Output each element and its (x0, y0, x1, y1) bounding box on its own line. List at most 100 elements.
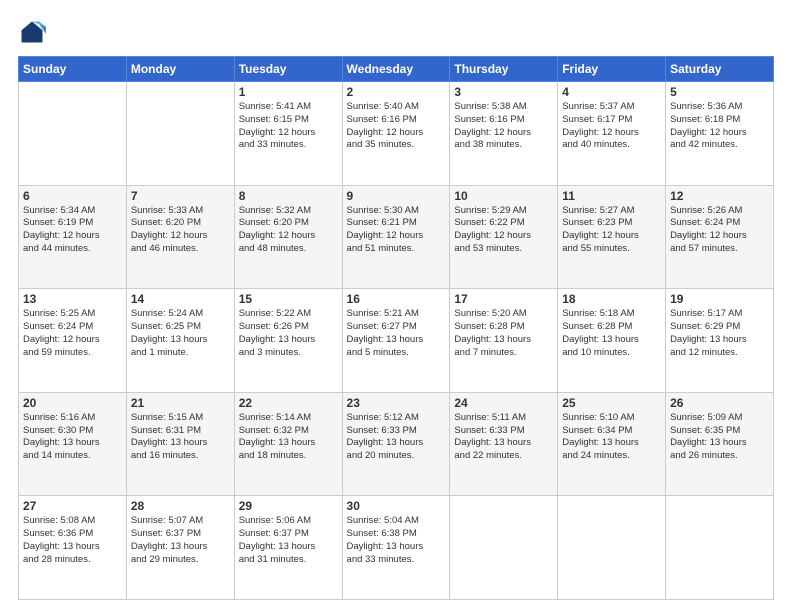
day-cell: 16 Sunrise: 5:21 AM Sunset: 6:27 PM Dayli… (342, 289, 450, 393)
day-info: Sunrise: 5:40 AM Sunset: 6:16 PM Dayligh… (347, 101, 446, 152)
day-cell (126, 82, 234, 186)
day-cell: 17 Sunrise: 5:20 AM Sunset: 6:28 PM Dayli… (450, 289, 558, 393)
day-number: 7 (131, 189, 230, 203)
day-info: Sunrise: 5:26 AM Sunset: 6:24 PM Dayligh… (670, 205, 769, 256)
day-number: 30 (347, 499, 446, 513)
day-info: Sunrise: 5:38 AM Sunset: 6:16 PM Dayligh… (454, 101, 553, 152)
col-header-monday: Monday (126, 57, 234, 82)
day-number: 23 (347, 396, 446, 410)
day-cell (19, 82, 127, 186)
day-cell: 23 Sunrise: 5:12 AM Sunset: 6:33 PM Dayli… (342, 392, 450, 496)
day-info: Sunrise: 5:33 AM Sunset: 6:20 PM Dayligh… (131, 205, 230, 256)
day-number: 26 (670, 396, 769, 410)
day-cell: 10Sunrise: 5:29 AM Sunset: 6:22 PM Dayli… (450, 185, 558, 289)
day-number: 15 (239, 292, 338, 306)
day-number: 29 (239, 499, 338, 513)
day-cell: 13 Sunrise: 5:25 AM Sunset: 6:24 PM Dayli… (19, 289, 127, 393)
day-cell: 2 Sunrise: 5:40 AM Sunset: 6:16 PM Daylig… (342, 82, 450, 186)
week-row-3: 13 Sunrise: 5:25 AM Sunset: 6:24 PM Dayli… (19, 289, 774, 393)
day-cell (666, 496, 774, 600)
day-number: 2 (347, 85, 446, 99)
day-cell: 15 Sunrise: 5:22 AM Sunset: 6:26 PM Dayli… (234, 289, 342, 393)
day-number: 21 (131, 396, 230, 410)
day-cell: 24 Sunrise: 5:11 AM Sunset: 6:33 PM Dayli… (450, 392, 558, 496)
day-info: Sunrise: 5:16 AM Sunset: 6:30 PM Dayligh… (23, 412, 122, 463)
day-info: Sunrise: 5:30 AM Sunset: 6:21 PM Dayligh… (347, 205, 446, 256)
day-number: 19 (670, 292, 769, 306)
col-header-sunday: Sunday (19, 57, 127, 82)
day-number: 11 (562, 189, 661, 203)
day-cell: 21 Sunrise: 5:15 AM Sunset: 6:31 PM Dayli… (126, 392, 234, 496)
day-info: Sunrise: 5:27 AM Sunset: 6:23 PM Dayligh… (562, 205, 661, 256)
day-info: Sunrise: 5:32 AM Sunset: 6:20 PM Dayligh… (239, 205, 338, 256)
day-number: 17 (454, 292, 553, 306)
week-row-1: 1 Sunrise: 5:41 AM Sunset: 6:15 PM Daylig… (19, 82, 774, 186)
day-cell: 3 Sunrise: 5:38 AM Sunset: 6:16 PM Daylig… (450, 82, 558, 186)
week-row-2: 6 Sunrise: 5:34 AM Sunset: 6:19 PM Daylig… (19, 185, 774, 289)
day-cell: 27 Sunrise: 5:08 AM Sunset: 6:36 PM Dayli… (19, 496, 127, 600)
day-number: 18 (562, 292, 661, 306)
day-number: 13 (23, 292, 122, 306)
day-info: Sunrise: 5:09 AM Sunset: 6:35 PM Dayligh… (670, 412, 769, 463)
day-cell: 19Sunrise: 5:17 AM Sunset: 6:29 PM Dayli… (666, 289, 774, 393)
day-cell: 20 Sunrise: 5:16 AM Sunset: 6:30 PM Dayli… (19, 392, 127, 496)
day-number: 1 (239, 85, 338, 99)
day-info: Sunrise: 5:08 AM Sunset: 6:36 PM Dayligh… (23, 515, 122, 566)
day-info: Sunrise: 5:15 AM Sunset: 6:31 PM Dayligh… (131, 412, 230, 463)
day-number: 25 (562, 396, 661, 410)
day-number: 8 (239, 189, 338, 203)
days-header-row: SundayMondayTuesdayWednesdayThursdayFrid… (19, 57, 774, 82)
day-cell (558, 496, 666, 600)
day-cell: 14 Sunrise: 5:24 AM Sunset: 6:25 PM Dayli… (126, 289, 234, 393)
day-number: 28 (131, 499, 230, 513)
day-number: 10 (454, 189, 553, 203)
week-row-5: 27 Sunrise: 5:08 AM Sunset: 6:36 PM Dayli… (19, 496, 774, 600)
day-info: Sunrise: 5:06 AM Sunset: 6:37 PM Dayligh… (239, 515, 338, 566)
col-header-saturday: Saturday (666, 57, 774, 82)
logo-icon (18, 18, 46, 46)
day-cell: 8 Sunrise: 5:32 AM Sunset: 6:20 PM Daylig… (234, 185, 342, 289)
day-info: Sunrise: 5:37 AM Sunset: 6:17 PM Dayligh… (562, 101, 661, 152)
day-info: Sunrise: 5:11 AM Sunset: 6:33 PM Dayligh… (454, 412, 553, 463)
day-number: 24 (454, 396, 553, 410)
day-info: Sunrise: 5:20 AM Sunset: 6:28 PM Dayligh… (454, 308, 553, 359)
day-cell: 4 Sunrise: 5:37 AM Sunset: 6:17 PM Daylig… (558, 82, 666, 186)
day-info: Sunrise: 5:34 AM Sunset: 6:19 PM Dayligh… (23, 205, 122, 256)
calendar-page: SundayMondayTuesdayWednesdayThursdayFrid… (0, 0, 792, 612)
day-info: Sunrise: 5:41 AM Sunset: 6:15 PM Dayligh… (239, 101, 338, 152)
day-number: 14 (131, 292, 230, 306)
day-info: Sunrise: 5:22 AM Sunset: 6:26 PM Dayligh… (239, 308, 338, 359)
header (18, 18, 774, 46)
day-number: 27 (23, 499, 122, 513)
day-info: Sunrise: 5:21 AM Sunset: 6:27 PM Dayligh… (347, 308, 446, 359)
day-cell: 11 Sunrise: 5:27 AM Sunset: 6:23 PM Dayli… (558, 185, 666, 289)
day-number: 4 (562, 85, 661, 99)
col-header-thursday: Thursday (450, 57, 558, 82)
day-number: 16 (347, 292, 446, 306)
day-cell: 22Sunrise: 5:14 AM Sunset: 6:32 PM Dayli… (234, 392, 342, 496)
day-cell: 29 Sunrise: 5:06 AM Sunset: 6:37 PM Dayli… (234, 496, 342, 600)
day-number: 3 (454, 85, 553, 99)
day-cell: 5 Sunrise: 5:36 AM Sunset: 6:18 PM Daylig… (666, 82, 774, 186)
day-info: Sunrise: 5:12 AM Sunset: 6:33 PM Dayligh… (347, 412, 446, 463)
logo (18, 18, 50, 46)
day-cell: 28 Sunrise: 5:07 AM Sunset: 6:37 PM Dayli… (126, 496, 234, 600)
day-info: Sunrise: 5:18 AM Sunset: 6:28 PM Dayligh… (562, 308, 661, 359)
day-cell: 30Sunrise: 5:04 AM Sunset: 6:38 PM Dayli… (342, 496, 450, 600)
week-row-4: 20 Sunrise: 5:16 AM Sunset: 6:30 PM Dayli… (19, 392, 774, 496)
day-number: 12 (670, 189, 769, 203)
day-number: 20 (23, 396, 122, 410)
day-cell: 18 Sunrise: 5:18 AM Sunset: 6:28 PM Dayli… (558, 289, 666, 393)
day-info: Sunrise: 5:25 AM Sunset: 6:24 PM Dayligh… (23, 308, 122, 359)
day-info: Sunrise: 5:10 AM Sunset: 6:34 PM Dayligh… (562, 412, 661, 463)
day-cell (450, 496, 558, 600)
col-header-tuesday: Tuesday (234, 57, 342, 82)
day-info: Sunrise: 5:24 AM Sunset: 6:25 PM Dayligh… (131, 308, 230, 359)
day-info: Sunrise: 5:07 AM Sunset: 6:37 PM Dayligh… (131, 515, 230, 566)
day-info: Sunrise: 5:36 AM Sunset: 6:18 PM Dayligh… (670, 101, 769, 152)
day-cell: 12 Sunrise: 5:26 AM Sunset: 6:24 PM Dayli… (666, 185, 774, 289)
calendar-table: SundayMondayTuesdayWednesdayThursdayFrid… (18, 56, 774, 600)
day-cell: 7 Sunrise: 5:33 AM Sunset: 6:20 PM Daylig… (126, 185, 234, 289)
day-number: 5 (670, 85, 769, 99)
day-number: 6 (23, 189, 122, 203)
